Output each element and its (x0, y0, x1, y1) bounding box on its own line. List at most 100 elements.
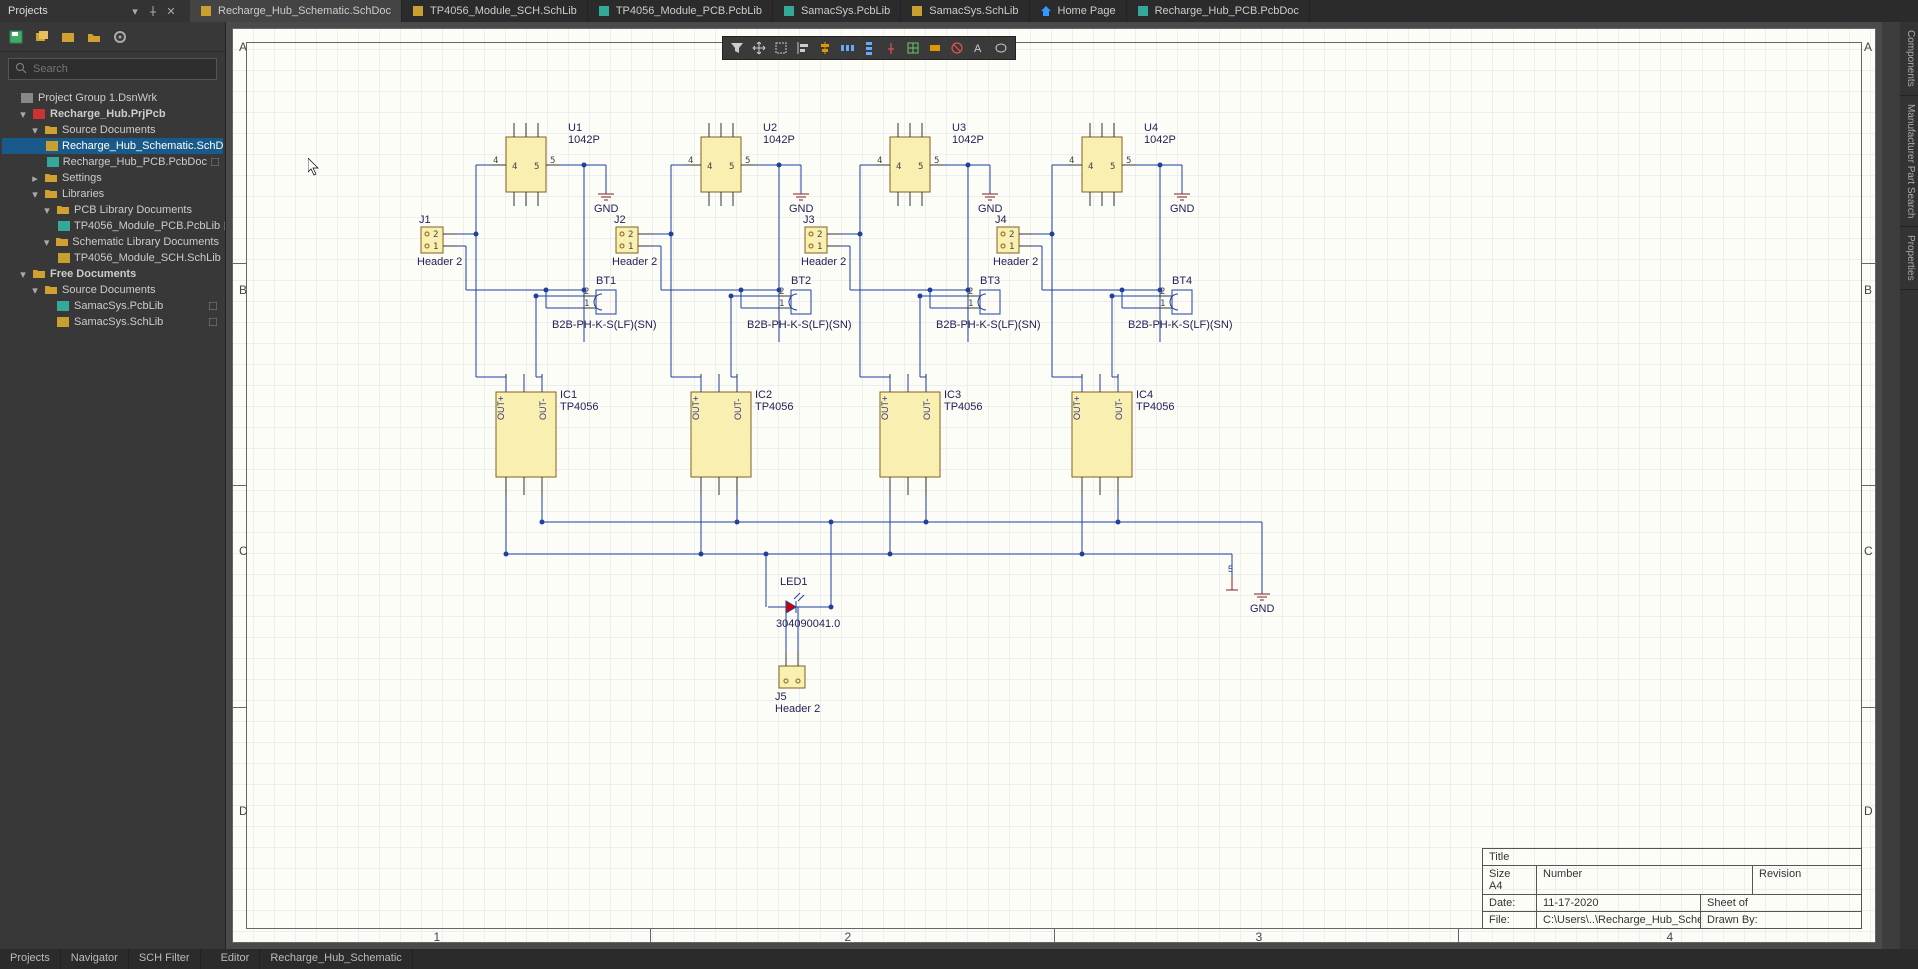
titleblk-file-label: File: (1483, 912, 1537, 928)
doc-tab[interactable]: TP4056_Module_PCB.PcbLib (588, 0, 773, 22)
schematic-canvas[interactable]: AABBCCDD1234 A 4545U11042PGND21J1Header … (226, 22, 1882, 949)
panel-close-icon[interactable]: ✕ (164, 4, 178, 18)
doc-tab-label: Home Page (1058, 5, 1116, 17)
modified-flag-icon (209, 317, 219, 327)
svg-text:J3: J3 (803, 214, 815, 226)
sch-icon (200, 5, 212, 17)
titleblk-date-value: 11-17-2020 (1537, 895, 1701, 911)
projects-toolbar (0, 22, 225, 52)
tree-row[interactable]: TP4056_Module_SCH.SchLib (2, 250, 223, 266)
svg-text:IC4: IC4 (1136, 389, 1153, 401)
rail-tab-properties[interactable]: Properties (1900, 227, 1918, 290)
component-header[interactable]: 21J4Header 2 (993, 214, 1038, 268)
svg-text:4: 4 (707, 162, 712, 172)
svg-text:1: 1 (817, 242, 822, 252)
save-icon[interactable] (8, 29, 24, 45)
tree-twisty-icon[interactable]: ▾ (30, 284, 40, 297)
svg-text:TP4056: TP4056 (944, 401, 983, 413)
tree-row[interactable]: SamacSys.SchLib (2, 314, 223, 330)
doc-tab[interactable]: TP4056_Module_SCH.SchLib (402, 0, 588, 22)
doc-tab[interactable]: Home Page (1030, 0, 1127, 22)
tree-row[interactable]: TP4056_Module_PCB.PcbLib (2, 218, 223, 234)
component-header[interactable]: 21J3Header 2 (801, 214, 846, 268)
tree-row[interactable]: Project Group 1.DsnWrk (2, 90, 223, 106)
tree-twisty-icon[interactable]: ▾ (18, 268, 28, 281)
doc-tab[interactable]: SamacSys.PcbLib (773, 0, 901, 22)
statusbar-tab-projects[interactable]: Projects (0, 949, 61, 969)
tree-twisty-icon[interactable]: ▾ (30, 188, 40, 201)
tree-twisty-icon[interactable]: ▾ (30, 124, 40, 137)
add-icon[interactable] (60, 29, 76, 45)
component-ic[interactable]: OUT+OUT-IC2TP4056 (691, 374, 794, 495)
statusbar-tab-schfilter[interactable]: SCH Filter (129, 949, 201, 969)
svg-text:2: 2 (1160, 287, 1165, 297)
doc-tab[interactable]: SamacSys.SchLib (901, 0, 1029, 22)
tree-row[interactable]: ▾ Source Documents (2, 122, 223, 138)
svg-text:Header 2: Header 2 (801, 256, 846, 268)
component-ic[interactable]: OUT+OUT-IC3TP4056 (880, 374, 983, 495)
component-connector[interactable]: 21BT1B2B-PH-K-S(LF)(SN) (552, 275, 657, 331)
panel-pin-icon[interactable] (146, 4, 160, 18)
component-header[interactable]: J5Header 2 (775, 652, 820, 715)
tree-label: Source Documents (62, 124, 156, 136)
pcblib-icon (783, 5, 795, 17)
svg-text:2: 2 (968, 287, 973, 297)
component-ic[interactable]: OUT+OUT-IC1TP4056 (496, 374, 599, 495)
titleblk-file-value: C:\Users\..\Recharge_Hub_Schematic.Sch (1537, 912, 1701, 928)
right-dock-rail: Components Manufacturer Part Search Prop… (1900, 22, 1918, 949)
component-ic[interactable]: OUT+OUT-IC4TP4056 (1072, 374, 1175, 495)
component-connector[interactable]: 21BT2B2B-PH-K-S(LF)(SN) (747, 275, 852, 331)
tree-row[interactable]: Recharge_Hub_Schematic.SchD (2, 138, 223, 154)
rail-tab-mfr-part-search[interactable]: Manufacturer Part Search (1900, 96, 1918, 228)
tree-label: Recharge_Hub_Schematic.SchD (62, 140, 223, 152)
tree-twisty-icon[interactable]: ▾ (42, 236, 51, 249)
svg-text:1042P: 1042P (1144, 134, 1176, 146)
panel-menu-icon[interactable]: ▾ (128, 4, 142, 18)
component-connector[interactable]: 21BT3B2B-PH-K-S(LF)(SN) (936, 275, 1041, 331)
svg-text:4: 4 (512, 162, 517, 172)
component-header[interactable]: 21J1Header 2 (417, 214, 462, 268)
tree-row[interactable]: ▾Source Documents (2, 282, 223, 298)
component-led[interactable]: LED1304090041.0 (768, 576, 840, 630)
pcblib-icon (56, 300, 70, 312)
tree-row[interactable]: ▾Schematic Library Documents (2, 234, 223, 250)
folder-icon[interactable] (86, 29, 102, 45)
statusbar-tab-navigator[interactable]: Navigator (61, 949, 129, 969)
projects-search[interactable] (8, 58, 217, 80)
svg-text:1: 1 (968, 299, 973, 309)
search-input[interactable] (33, 63, 210, 75)
rail-tab-components[interactable]: Components (1900, 22, 1918, 96)
svg-text:5: 5 (1110, 162, 1115, 172)
doc-tab-label: SamacSys.SchLib (929, 5, 1018, 17)
svg-text:5: 5 (534, 162, 539, 172)
tree-twisty-icon[interactable]: ▾ (18, 108, 28, 121)
tree-twisty-icon[interactable]: ▸ (30, 172, 40, 185)
svg-text:OUT-: OUT- (922, 398, 932, 420)
component-header[interactable]: 21J2Header 2 (612, 214, 657, 268)
tree-row[interactable]: Recharge_Hub_PCB.PcbDoc (2, 154, 223, 170)
tree-row[interactable]: ▾Free Documents (2, 266, 223, 282)
component-connector[interactable]: 21BT4B2B-PH-K-S(LF)(SN) (1128, 275, 1233, 331)
tree-row[interactable]: ▾Recharge_Hub.PrjPcb (2, 106, 223, 122)
svg-text:1: 1 (779, 299, 784, 309)
svg-text:OUT+: OUT+ (1072, 396, 1082, 420)
tree-row[interactable]: SamacSys.PcbLib (2, 298, 223, 314)
svg-text:TP4056: TP4056 (755, 401, 794, 413)
tree-twisty-icon[interactable]: ▾ (42, 204, 52, 217)
doc-tab[interactable]: Recharge_Hub_Schematic.SchDoc (190, 0, 402, 22)
doc-tab[interactable]: Recharge_Hub_PCB.PcbDoc (1127, 0, 1310, 22)
fld-icon (44, 188, 58, 200)
svg-text:2: 2 (628, 230, 633, 240)
project-tree[interactable]: Project Group 1.DsnWrk▾Recharge_Hub.PrjP… (0, 86, 225, 949)
svg-text:BT3: BT3 (980, 275, 1000, 287)
tree-row[interactable]: ▸Settings (2, 170, 223, 186)
titleblk-size-label: SizeA4 (1483, 866, 1537, 894)
tree-row[interactable]: ▾Libraries (2, 186, 223, 202)
settings-gear-icon[interactable] (112, 29, 128, 45)
svg-text:4: 4 (688, 156, 693, 166)
home-icon (1040, 5, 1052, 17)
tree-row[interactable]: ▾PCB Library Documents (2, 202, 223, 218)
pcb-icon (1137, 5, 1149, 17)
prj-icon (32, 108, 46, 120)
compile-icon[interactable] (34, 29, 50, 45)
